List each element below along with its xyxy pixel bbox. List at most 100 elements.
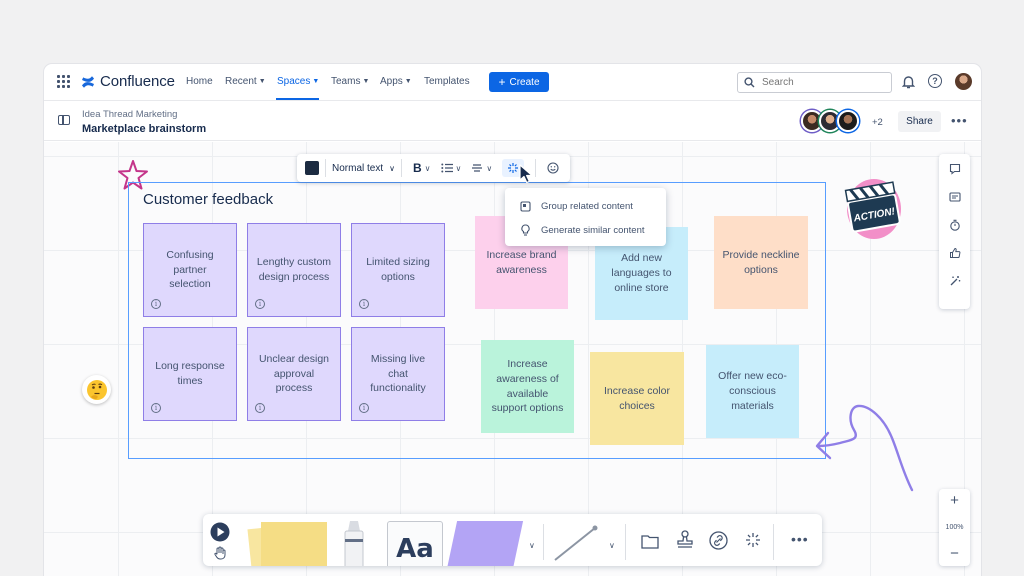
text-style-label: Normal text [332,162,384,174]
sticky-note[interactable]: Increase awareness of available support … [481,340,574,433]
search-input[interactable] [762,77,882,88]
breadcrumb[interactable]: Idea Thread Marketing [82,109,177,120]
more-collaborators-count[interactable]: +2 [872,117,883,128]
notifications-bell-icon[interactable] [902,75,915,89]
more-actions-icon[interactable]: ••• [951,113,968,128]
frame-tool-icon[interactable] [641,533,659,549]
play-icon[interactable] [210,522,230,542]
nav-recent-label: Recent [225,76,257,87]
emoji-button[interactable] [547,162,559,174]
confluence-logo[interactable]: Confluence [81,73,175,90]
card-icon[interactable] [948,190,962,204]
sticky-note-tool[interactable] [261,522,327,566]
text-style-dropdown[interactable]: Normal text ∨ [332,163,395,174]
stamp-tool-icon[interactable] [676,530,694,550]
sticky-note-text: Limited sizing options [366,256,430,283]
sticky-note[interactable]: Provide neckline options [714,216,808,309]
nav-spaces[interactable]: Spaces ▼ [277,76,319,87]
sticky-note[interactable]: Increase color choices [590,352,684,445]
chevron-down-icon[interactable]: ∨ [609,541,615,550]
app-switcher-icon[interactable] [57,75,70,88]
nav-apps-label: Apps [380,76,403,87]
bold-button[interactable]: B ∨ [413,161,431,175]
strikethrough-button[interactable]: ∨ [471,163,492,173]
nav-recent[interactable]: Recent ▼ [225,76,266,87]
magic-wand-icon[interactable] [948,274,962,288]
list-button[interactable]: ∨ [440,163,461,173]
chevron-down-icon: ∨ [424,163,431,173]
info-icon[interactable]: i [359,403,369,413]
confluence-logo-icon [82,75,94,88]
ai-sparkle-icon[interactable] [745,532,761,548]
app-name: Confluence [100,73,175,90]
sticky-note[interactable]: Unclear design approval process i [247,327,341,421]
nav-home[interactable]: Home [186,76,213,87]
help-icon[interactable]: ? [928,74,942,88]
zoom-out-button[interactable]: − [950,546,959,562]
strikethrough-icon [472,164,483,172]
divider [325,159,326,177]
ai-actions-menu: Group related content Generate similar c… [505,188,666,246]
info-icon[interactable]: i [255,403,265,413]
chevron-down-icon: ▼ [258,78,266,85]
search-box[interactable] [737,72,892,93]
divider [625,524,626,560]
nav-teams[interactable]: Teams ▼ [331,76,369,87]
collaborator-avatars[interactable] [801,110,859,132]
sticky-note-text: Add new languages to online store [611,252,672,294]
sticky-note[interactable]: Offer new eco-conscious materials [706,345,799,438]
shape-tool[interactable] [446,521,524,566]
nav-teams-label: Teams [331,76,361,87]
nav-apps[interactable]: Apps ▼ [380,76,412,87]
chevron-down-icon: ▼ [362,78,370,85]
action-clapperboard-sticker[interactable]: ACTION! [841,174,903,246]
hand-drawn-arrow-icon [815,404,914,492]
sticky-note-text: Offer new eco-conscious materials [718,370,787,412]
user-avatar[interactable] [955,73,972,90]
chevron-down-icon: ∨ [389,163,395,173]
menu-item-group-related[interactable]: Group related content [505,194,666,218]
info-icon[interactable]: i [255,299,265,309]
create-button-label: Create [509,76,540,88]
hand-pan-icon[interactable] [213,546,227,560]
chevron-down-icon: ∨ [486,163,493,173]
zoom-level: 100% [945,524,964,531]
plus-icon: + [498,75,506,89]
create-button[interactable]: + Create [489,72,549,92]
smiley-icon [547,162,559,174]
sticky-note[interactable]: Limited sizing options i [351,223,445,317]
more-tools-icon[interactable]: ••• [791,531,809,547]
sticky-note[interactable]: Lengthy custom design process i [247,223,341,317]
mouse-pointer-icon [519,164,533,184]
info-icon[interactable]: i [359,299,369,309]
page-header: Idea Thread Marketing Marketplace brains… [44,101,981,141]
sticky-note[interactable]: Long response times i [143,327,237,421]
zoom-in-button[interactable]: + [950,493,959,509]
connector-line-tool-icon[interactable] [551,522,601,562]
sticky-note-text: Increase color choices [604,384,670,412]
marker-tool-icon[interactable] [340,517,368,566]
frame-title[interactable]: Customer feedback [143,191,273,208]
nav-templates[interactable]: Templates [424,76,470,87]
sticky-note[interactable]: Missing live chat functionality i [351,327,445,421]
sticky-note[interactable]: Confusing partner selection i [143,223,237,317]
info-icon[interactable]: i [151,403,161,413]
sidebar-toggle-icon[interactable] [58,115,70,125]
thumbs-up-icon[interactable] [948,246,962,260]
info-icon[interactable]: i [151,299,161,309]
comment-icon[interactable] [948,162,962,176]
chevron-down-icon[interactable]: ∨ [529,541,535,550]
timer-icon[interactable] [948,218,962,232]
right-side-toolbar [939,154,970,309]
zoom-controls: + 100% − [939,489,970,566]
menu-item-generate-similar[interactable]: Generate similar content [505,218,666,242]
share-button[interactable]: Share [898,111,941,132]
link-tool-icon[interactable] [709,531,728,550]
sticky-note-text: Long response times [155,360,225,387]
whiteboard-canvas[interactable]: Customer feedback Confusing partner sele… [44,142,981,576]
collaborator-avatar[interactable] [837,110,859,132]
color-swatch-button[interactable] [305,161,319,175]
text-tool[interactable]: Aa [387,521,443,566]
chevron-down-icon: ▼ [404,78,412,85]
thinking-face-sticker[interactable] [82,375,111,404]
